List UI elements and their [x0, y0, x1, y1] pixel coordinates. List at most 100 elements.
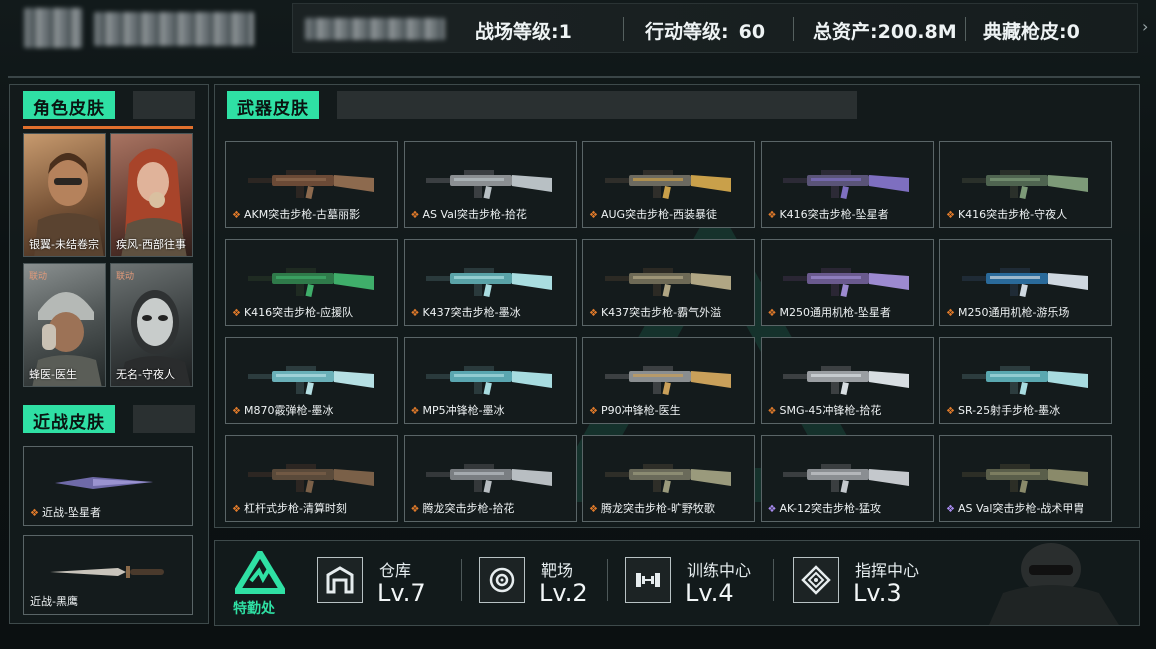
dumbbell-icon — [625, 557, 671, 603]
game-profile-screen: 战场等级:1 行动等级: 60 总资产:200.8M 典藏枪皮:0 › 角色皮肤 … — [0, 0, 1156, 649]
divider — [623, 17, 624, 41]
weapon-image — [961, 268, 1088, 297]
weapon-image — [604, 464, 731, 493]
weapon-label: ❖ M250通用机枪-坠星者 — [767, 306, 891, 319]
weapon-card[interactable]: ❖ K416突击步枪-坠星者 — [760, 141, 934, 228]
player-name-redacted — [94, 12, 254, 46]
character-card[interactable]: 联动 无名-守夜人 — [110, 263, 193, 387]
chevron-right-icon[interactable]: › — [1142, 17, 1148, 36]
stat-total-assets: 总资产:200.8M — [813, 21, 957, 43]
weapon-card[interactable]: ❖ SMG-45冲锋枪-拾花 — [760, 337, 934, 424]
title-bar — [133, 405, 195, 433]
rarity-icon: ❖ — [410, 308, 420, 319]
rarity-icon: ❖ — [232, 308, 241, 319]
weapon-label: ❖ K416突击步枪-坠星者 — [767, 208, 889, 221]
weapon-card[interactable]: ❖ 腾龙突击步枪-旷野牧歌 — [582, 435, 755, 522]
rarity-icon: ❖ — [589, 308, 598, 319]
rarity-icon: ❖ — [946, 504, 955, 515]
weapon-card[interactable]: ❖ P90冲锋枪-医生 — [582, 337, 755, 424]
weapon-card[interactable]: ❖ K416突击步枪-应援队 — [225, 239, 398, 326]
melee-skins-title: 近战皮肤 — [23, 405, 115, 433]
weapon-image — [783, 170, 909, 199]
rarity-icon: ❖ — [410, 504, 420, 515]
weapon-card[interactable]: ❖ AS Val突击步枪-拾花 — [403, 141, 577, 228]
weapon-image — [604, 366, 731, 395]
knife-image — [55, 477, 153, 489]
rarity-icon: ❖ — [410, 210, 420, 221]
weapon-image — [426, 268, 552, 297]
operator-portrait — [989, 543, 1119, 625]
weapon-label: ❖ SMG-45冲锋枪-拾花 — [767, 404, 882, 417]
weapon-image — [247, 170, 374, 199]
weapon-card[interactable]: ❖ AKM突击步枪-古墓丽影 — [225, 141, 398, 228]
weapon-image — [961, 170, 1088, 199]
weapon-card[interactable]: ❖ 杠杆式步枪-清算时刻 — [225, 435, 398, 522]
stat-battlefield-level: 战场等级:1 — [475, 21, 572, 43]
weapon-label: ❖ 腾龙突击步枪-旷野牧歌 — [589, 502, 715, 515]
rarity-icon: ❖ — [946, 210, 955, 221]
weapon-card[interactable]: ❖ M250通用机枪-游乐场 — [939, 239, 1112, 326]
character-label: 疾风-西部往事 — [116, 238, 186, 251]
divider — [965, 17, 966, 41]
stat-collection-skins: 典藏枪皮:0 — [983, 21, 1080, 43]
collab-tag: 联动 — [29, 272, 48, 282]
weapon-card[interactable]: ❖ AK-12突击步枪-猛攻 — [760, 435, 934, 522]
weapon-image — [961, 366, 1088, 395]
rarity-icon: ❖ — [232, 210, 241, 221]
weapon-image — [604, 170, 731, 199]
knife-image — [50, 566, 164, 578]
facility-shooting-range[interactable]: 靶场 Lv.2 — [479, 551, 609, 609]
weapon-label: ❖ K416突击步枪-守夜人 — [946, 208, 1068, 221]
weapon-card[interactable]: ❖ AUG突击步枪-西装暴徒 — [582, 141, 755, 228]
character-card[interactable]: 疾风-西部往事 — [110, 133, 193, 257]
weapon-image — [247, 366, 374, 395]
rarity-icon: ❖ — [30, 508, 39, 519]
rarity-icon: ❖ — [946, 406, 955, 417]
weapon-label: ❖ AS Val突击步枪-拾花 — [410, 208, 527, 221]
divider — [607, 559, 608, 601]
weapon-card[interactable]: ❖ AS Val突击步枪-战术甲胄 — [939, 435, 1112, 522]
weapon-label: ❖ MP5冲锋枪-墨冰 — [410, 404, 505, 417]
character-label: 无名-守夜人 — [116, 368, 175, 381]
weapon-skins-title: 武器皮肤 — [227, 91, 319, 119]
weapon-image — [783, 366, 909, 395]
weapon-card[interactable]: ❖ M250通用机枪-坠星者 — [760, 239, 934, 326]
weapon-card[interactable]: ❖ K437突击步枪-霸气外溢 — [582, 239, 755, 326]
facility-training-center[interactable]: 训练中心 Lv.4 — [625, 551, 775, 609]
melee-card[interactable]: ❖ 近战-坠星者 — [23, 446, 193, 526]
rarity-icon: ❖ — [767, 406, 777, 417]
rarity-icon: ❖ — [410, 406, 420, 417]
weapon-card[interactable]: ❖ M870霰弹枪-墨冰 — [225, 337, 398, 424]
title-bar — [133, 91, 195, 119]
character-card[interactable]: 联动 蜂医-医生 — [23, 263, 106, 387]
weapon-label: ❖ M250通用机枪-游乐场 — [946, 306, 1070, 319]
weapon-label: ❖ AUG突击步枪-西装暴徒 — [589, 208, 718, 221]
weapon-card[interactable]: ❖ SR-25射手步枪-墨冰 — [939, 337, 1112, 424]
weapon-label: ❖ K437突击步枪-霸气外溢 — [589, 306, 722, 319]
facility-warehouse[interactable]: 仓库 Lv.7 — [317, 551, 457, 609]
character-card[interactable]: 银翼-未结卷宗 — [23, 133, 106, 257]
weapon-label: ❖ AK-12突击步枪-猛攻 — [767, 502, 882, 515]
weapon-label: ❖ AKM突击步枪-古墓丽影 — [232, 208, 361, 221]
title-bar — [337, 91, 857, 119]
player-id-redacted — [305, 18, 445, 40]
special-ops-logo-icon — [235, 551, 285, 594]
rarity-icon: ❖ — [232, 504, 241, 515]
weapon-label: ❖ K416突击步枪-应援队 — [232, 306, 354, 319]
weapon-card[interactable]: ❖ K416突击步枪-守夜人 — [939, 141, 1112, 228]
weapon-card[interactable]: ❖ K437突击步枪-墨冰 — [403, 239, 577, 326]
weapon-image — [783, 268, 909, 297]
weapon-card[interactable]: ❖ MP5冲锋枪-墨冰 — [403, 337, 577, 424]
melee-label: 近战-黑鹰 — [30, 595, 78, 608]
target-icon — [479, 557, 525, 603]
facility-command-center[interactable]: 指挥中心 Lv.3 — [793, 551, 943, 609]
weapon-label: ❖ 杠杆式步枪-清算时刻 — [232, 502, 347, 515]
weapon-label: ❖ AS Val突击步枪-战术甲胄 — [946, 502, 1085, 515]
rarity-icon: ❖ — [767, 504, 777, 515]
player-avatar — [24, 8, 82, 48]
melee-card[interactable]: 近战-黑鹰 — [23, 535, 193, 615]
weapon-image — [426, 464, 552, 493]
weapon-card[interactable]: ❖ 腾龙突击步枪-拾花 — [403, 435, 577, 522]
rarity-icon: ❖ — [767, 308, 777, 319]
weapon-label: ❖ P90冲锋枪-医生 — [589, 404, 681, 417]
